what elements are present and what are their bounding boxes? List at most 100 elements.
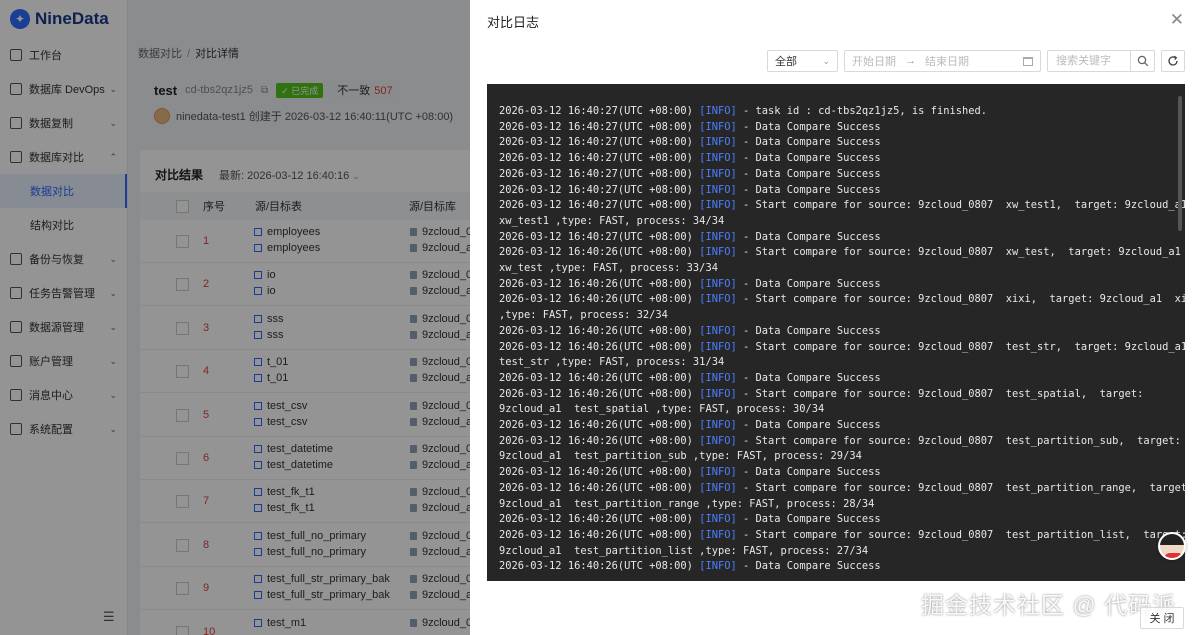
log-level: [INFO] [699, 277, 737, 290]
log-line: 2026-03-12 16:40:27(UTC +08:00) [INFO] -… [499, 104, 1173, 120]
log-level: [INFO] [699, 152, 737, 165]
log-line: ,type: FAST, process: 32/34 [499, 308, 1173, 324]
log-message: - Start compare for source: 9zcloud_0807… [743, 434, 1181, 447]
level-select[interactable]: 全部 ⌄ [767, 50, 838, 72]
log-console[interactable]: 2026-03-12 16:40:27(UTC +08:00) [INFO] -… [487, 84, 1185, 581]
log-timestamp: 2026-03-12 16:40:26(UTC +08:00) [499, 293, 693, 306]
log-message: - Data Compare Success [743, 560, 881, 573]
log-level: [INFO] [699, 513, 737, 526]
log-timestamp: 2026-03-12 16:40:27(UTC +08:00) [499, 105, 693, 117]
log-level: [INFO] [699, 120, 737, 133]
log-message: - Data Compare Success [743, 466, 881, 479]
watermark: 掘金技术社区 @ 代码派 [921, 592, 1177, 618]
log-message: - Start compare for source: 9zcloud_0807… [743, 340, 1185, 353]
start-date-placeholder[interactable]: 开始日期 [852, 53, 896, 69]
chevron-down-icon: ⌄ [822, 55, 830, 66]
log-message: 9zcloud_a1 test_partition_list ,type: FA… [499, 544, 869, 557]
log-level: [INFO] [699, 340, 737, 353]
log-level: [INFO] [699, 183, 737, 196]
log-line: 2026-03-12 16:40:27(UTC +08:00) [INFO] -… [499, 198, 1185, 214]
log-line: 2026-03-12 16:40:26(UTC +08:00) [INFO] -… [499, 481, 1185, 497]
log-timestamp: 2026-03-12 16:40:27(UTC +08:00) [499, 167, 693, 180]
log-timestamp: 2026-03-12 16:40:26(UTC +08:00) [499, 528, 693, 541]
log-line: 2026-03-12 16:40:26(UTC +08:00) [INFO] -… [499, 292, 1185, 308]
log-message: test_str ,type: FAST, process: 31/34 [499, 356, 725, 369]
log-line: 2026-03-12 16:40:27(UTC +08:00) [INFO] -… [499, 183, 1173, 199]
log-timestamp: 2026-03-12 16:40:26(UTC +08:00) [499, 371, 693, 384]
log-line: 9zcloud_a1 test_partition_list ,type: FA… [499, 544, 1173, 560]
log-message: - Data Compare Success [743, 419, 881, 432]
log-message: - Data Compare Success [743, 152, 881, 165]
range-arrow-icon: → [905, 55, 916, 67]
search-icon[interactable] [1130, 51, 1154, 71]
log-scrollbar[interactable] [1178, 96, 1182, 231]
calendar-icon [1023, 56, 1033, 66]
log-line: 2026-03-12 16:40:26(UTC +08:00) [INFO] -… [499, 418, 1173, 434]
log-message: - Start compare for source: 9zcloud_0807… [743, 199, 1185, 212]
log-line: 2026-03-12 16:40:26(UTC +08:00) [INFO] -… [499, 512, 1173, 528]
log-message: - Start compare for source: 9zcloud_0807… [743, 481, 1185, 494]
log-message: - Start compare for source: 9zcloud_0807… [743, 528, 1185, 541]
log-message: - Start compare for source: 9zcloud_0807… [743, 246, 1181, 259]
log-line: 2026-03-12 16:40:26(UTC +08:00) [INFO] -… [499, 465, 1173, 481]
log-timestamp: 2026-03-12 16:40:27(UTC +08:00) [499, 183, 693, 196]
overlay-mask[interactable] [0, 0, 470, 635]
log-line: 2026-03-12 16:40:26(UTC +08:00) [INFO] -… [499, 277, 1173, 293]
log-level: [INFO] [699, 466, 737, 479]
log-level: [INFO] [699, 293, 737, 306]
log-line: xw_test1 ,type: FAST, process: 34/34 [499, 214, 1173, 230]
log-timestamp: 2026-03-12 16:40:26(UTC +08:00) [499, 387, 693, 400]
log-line: 2026-03-12 16:40:26(UTC +08:00) [INFO] -… [499, 387, 1173, 403]
log-level: [INFO] [699, 481, 737, 494]
log-level: [INFO] [699, 230, 737, 243]
log-message: - Data Compare Success [743, 183, 881, 196]
log-level: [INFO] [699, 324, 737, 337]
log-message: - Data Compare Success [743, 230, 881, 243]
log-timestamp: 2026-03-12 16:40:27(UTC +08:00) [499, 152, 693, 165]
log-line: 2026-03-12 16:40:26(UTC +08:00) [INFO] -… [499, 340, 1185, 356]
log-message: - Start compare for source: 9zcloud_0807… [743, 293, 1185, 306]
log-level: [INFO] [699, 387, 737, 400]
log-timestamp: 2026-03-12 16:40:26(UTC +08:00) [499, 560, 693, 573]
log-timestamp: 2026-03-12 16:40:26(UTC +08:00) [499, 513, 693, 526]
log-message: - Data Compare Success [743, 120, 881, 133]
log-timestamp: 2026-03-12 16:40:27(UTC +08:00) [499, 199, 693, 212]
log-line: 2026-03-12 16:40:26(UTC +08:00) [INFO] -… [499, 528, 1185, 544]
log-line: 2026-03-12 16:40:27(UTC +08:00) [INFO] -… [499, 151, 1173, 167]
log-timestamp: 2026-03-12 16:40:27(UTC +08:00) [499, 136, 693, 149]
log-level: [INFO] [699, 371, 737, 384]
assistant-avatar[interactable] [1158, 532, 1186, 560]
log-message: - Data Compare Success [743, 136, 881, 149]
level-select-value: 全部 [775, 56, 797, 68]
log-level: [INFO] [699, 560, 737, 573]
log-message: - Data Compare Success [743, 277, 881, 290]
log-filters: 全部 ⌄ 开始日期 → 结束日期 [767, 50, 1185, 72]
log-message: - Data Compare Success [743, 324, 881, 337]
close-icon[interactable]: ✕ [1170, 10, 1184, 30]
log-message: ,type: FAST, process: 32/34 [499, 309, 668, 322]
log-line: 9zcloud_a1 test_spatial ,type: FAST, pro… [499, 402, 1173, 418]
log-message: - Start compare for source: 9zcloud_0807… [743, 387, 1144, 400]
drawer-title: 对比日志 [487, 15, 540, 30]
log-line: 2026-03-12 16:40:26(UTC +08:00) [INFO] -… [499, 371, 1173, 387]
log-line: 2026-03-12 16:40:26(UTC +08:00) [INFO] -… [499, 559, 1173, 575]
log-line: 9zcloud_a1 test_partition_sub ,type: FAS… [499, 449, 1173, 465]
log-line: 2026-03-12 16:40:26(UTC +08:00) [INFO] -… [499, 434, 1181, 450]
end-date-placeholder[interactable]: 结束日期 [925, 53, 969, 69]
log-timestamp: 2026-03-12 16:40:26(UTC +08:00) [499, 419, 693, 432]
log-level: [INFO] [699, 167, 737, 180]
refresh-icon[interactable] [1161, 50, 1185, 72]
log-message: xw_test1 ,type: FAST, process: 34/34 [499, 214, 725, 227]
log-level: [INFO] [699, 419, 737, 432]
log-line: 2026-03-12 16:40:27(UTC +08:00) [INFO] -… [499, 120, 1173, 136]
log-timestamp: 2026-03-12 16:40:26(UTC +08:00) [499, 340, 693, 353]
date-range-picker[interactable]: 开始日期 → 结束日期 [844, 50, 1041, 72]
log-level: [INFO] [699, 434, 737, 447]
log-line: 2026-03-12 16:40:26(UTC +08:00) [INFO] -… [499, 245, 1181, 261]
log-message: 9zcloud_a1 test_partition_range ,type: F… [499, 497, 875, 510]
log-message: - Data Compare Success [743, 167, 881, 180]
log-line: 2026-03-12 16:40:27(UTC +08:00) [INFO] -… [499, 135, 1173, 151]
close-button[interactable]: 关 闭 [1140, 607, 1184, 629]
log-timestamp: 2026-03-12 16:40:26(UTC +08:00) [499, 466, 693, 479]
search-input[interactable] [1048, 51, 1130, 71]
